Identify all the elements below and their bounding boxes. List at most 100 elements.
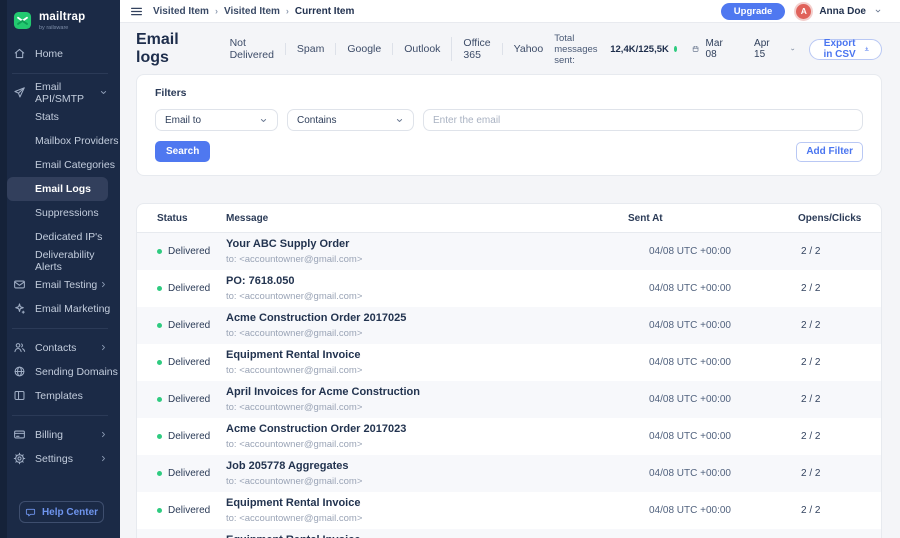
sidebar-item-label: Deliverability Alerts: [35, 249, 120, 273]
add-filter-button[interactable]: Add Filter: [796, 142, 863, 162]
breadcrumb-item[interactable]: Visited Item: [153, 6, 209, 17]
status-badge: Delivered: [157, 357, 226, 368]
table-row[interactable]: Delivered PO: 7618.050 to: <accountowner…: [137, 270, 881, 307]
sent-at-value: 04/08 UTC +00:00: [628, 246, 798, 257]
sidebar-item-label: Email Categories: [35, 159, 115, 171]
message-subject: Equipment Rental Invoice: [226, 534, 628, 538]
sidebar-item-email-api-smtp[interactable]: Email API/SMTP: [0, 81, 120, 105]
sidebar-item-mailbox-providers[interactable]: Mailbox Providers: [0, 129, 120, 153]
status-badge: Delivered: [157, 505, 226, 516]
date-from[interactable]: Mar 08: [706, 38, 724, 60]
sidebar-item-dedicated-ip-s[interactable]: Dedicated IP's: [0, 225, 120, 249]
billing-icon: [13, 428, 26, 441]
sidebar-item-email-logs[interactable]: Email Logs: [7, 177, 108, 201]
user-name[interactable]: Anna Doe: [819, 6, 866, 17]
chevron-down-icon[interactable]: [874, 7, 882, 15]
logo[interactable]: mailtrap by railsware: [0, 0, 120, 40]
message-recipient: to: <accountowner@gmail.com>: [226, 476, 628, 487]
table-row[interactable]: Delivered Your ABC Supply Order to: <acc…: [137, 233, 881, 270]
email-filter-input[interactable]: [423, 109, 863, 131]
opens-clicks-value: 2 / 2: [798, 320, 861, 331]
chevron-down-icon: [395, 116, 404, 125]
chat-bubble-icon: [25, 507, 36, 518]
table-row[interactable]: Delivered Job 205778 Aggregates to: <acc…: [137, 455, 881, 492]
sidebar-item-suppressions[interactable]: Suppressions: [0, 201, 120, 225]
table-row[interactable]: Delivered April Invoices for Acme Constr…: [137, 381, 881, 418]
message-subject: April Invoices for Acme Construction: [226, 386, 628, 399]
upgrade-button[interactable]: Upgrade: [721, 3, 786, 20]
sent-at-value: 04/08 UTC +00:00: [628, 320, 798, 331]
status-badge: Delivered: [157, 468, 226, 479]
table-header-row: Status Message Sent At Opens/Clicks: [137, 204, 881, 233]
message-cell: PO: 7618.050 to: <accountowner@gmail.com…: [226, 275, 628, 301]
sidebar-item-label: Suppressions: [35, 207, 99, 219]
sidebar-item-email-testing[interactable]: Email Testing: [0, 273, 120, 297]
tab-spam[interactable]: Spam: [285, 43, 335, 55]
table-row[interactable]: Delivered Equipment Rental Invoice to: <…: [137, 529, 881, 538]
message-recipient: to: <accountowner@gmail.com>: [226, 439, 628, 450]
sidebar-item-stats[interactable]: Stats: [0, 105, 120, 129]
tab-google[interactable]: Google: [335, 43, 392, 55]
chevron-down-icon[interactable]: [790, 45, 795, 54]
sent-at-value: 04/08 UTC +00:00: [628, 468, 798, 479]
delivered-dot-icon: [157, 249, 162, 254]
sidebar-item-sending-domains[interactable]: Sending Domains: [0, 360, 120, 384]
sidebar-item-templates[interactable]: Templates: [0, 384, 120, 408]
table-row[interactable]: Delivered Acme Construction Order 201702…: [137, 307, 881, 344]
message-cell: Acme Construction Order 2017025 to: <acc…: [226, 312, 628, 338]
filter-actions: Search Add Filter: [155, 141, 863, 162]
sidebar-item-label: Billing: [35, 429, 63, 441]
message-recipient: to: <accountowner@gmail.com>: [226, 513, 628, 524]
filter-operator-select[interactable]: Contains: [287, 109, 414, 131]
email-logs-table: Status Message Sent At Opens/Clicks Deli…: [136, 203, 882, 538]
tab-yahoo[interactable]: Yahoo: [502, 43, 555, 55]
sent-at-value: 04/08 UTC +00:00: [628, 357, 798, 368]
tab-outlook[interactable]: Outlook: [392, 43, 451, 55]
message-cell: Your ABC Supply Order to: <accountowner@…: [226, 238, 628, 264]
filter-tabs: Not DeliveredSpamGoogleOutlookOffice 365…: [219, 37, 555, 61]
sidebar-item-label: Email Testing: [35, 279, 97, 291]
message-cell: Equipment Rental Invoice to: <accountown…: [226, 497, 628, 523]
message-subject: PO: 7618.050: [226, 275, 628, 288]
message-recipient: to: <accountowner@gmail.com>: [226, 365, 628, 376]
status-label: Delivered: [168, 394, 210, 405]
calendar-icon[interactable]: [692, 43, 699, 55]
sidebar-item-deliverability-alerts[interactable]: Deliverability Alerts: [0, 249, 120, 273]
hamburger-menu-icon[interactable]: [130, 5, 143, 18]
delivered-dot-icon: [157, 323, 162, 328]
breadcrumb-item[interactable]: Visited Item: [224, 6, 280, 17]
chevron-right-icon: [99, 343, 108, 352]
sidebar-item-email-categories[interactable]: Email Categories: [0, 153, 120, 177]
sidebar-item-email-marketing[interactable]: Email Marketing: [0, 297, 120, 321]
breadcrumb: Visited Item › Visited Item › Current It…: [153, 6, 354, 17]
sidebar-item-billing[interactable]: Billing: [0, 423, 120, 447]
breadcrumb-separator: ›: [286, 6, 289, 16]
sidebar-divider: [12, 415, 108, 416]
help-center-button[interactable]: Help Center: [19, 501, 104, 523]
filter-field-value: Email to: [165, 115, 201, 126]
avatar[interactable]: A: [796, 4, 811, 19]
table-row[interactable]: Delivered Acme Construction Order 201702…: [137, 418, 881, 455]
filter-field-select[interactable]: Email to: [155, 109, 278, 131]
opens-clicks-value: 2 / 2: [798, 357, 861, 368]
sidebar-item-label: Contacts: [35, 342, 76, 354]
table-row[interactable]: Delivered Equipment Rental Invoice to: <…: [137, 492, 881, 529]
status-label: Delivered: [168, 505, 210, 516]
table-row[interactable]: Delivered Equipment Rental Invoice to: <…: [137, 344, 881, 381]
sidebar-item-label: Email Marketing: [35, 303, 110, 315]
page-head: Email logs Not DeliveredSpamGoogleOutloo…: [136, 36, 882, 62]
sidebar-item-home[interactable]: Home: [0, 42, 120, 66]
content: Email logs Not DeliveredSpamGoogleOutloo…: [120, 23, 900, 538]
sidebar-item-contacts[interactable]: Contacts: [0, 336, 120, 360]
tab-office-365[interactable]: Office 365: [451, 37, 501, 61]
export-csv-button[interactable]: Export in CSV: [809, 39, 882, 60]
message-subject: Your ABC Supply Order: [226, 238, 628, 251]
message-recipient: to: <accountowner@gmail.com>: [226, 402, 628, 413]
column-header-status: Status: [157, 213, 226, 224]
date-to[interactable]: Apr 15: [754, 38, 772, 60]
opens-clicks-value: 2 / 2: [798, 246, 861, 257]
app-window: mailtrap by railsware Home Email API/SMT…: [0, 0, 900, 538]
search-button[interactable]: Search: [155, 141, 210, 162]
sidebar-item-settings[interactable]: Settings: [0, 447, 120, 471]
tab-not-delivered[interactable]: Not Delivered: [219, 37, 285, 61]
